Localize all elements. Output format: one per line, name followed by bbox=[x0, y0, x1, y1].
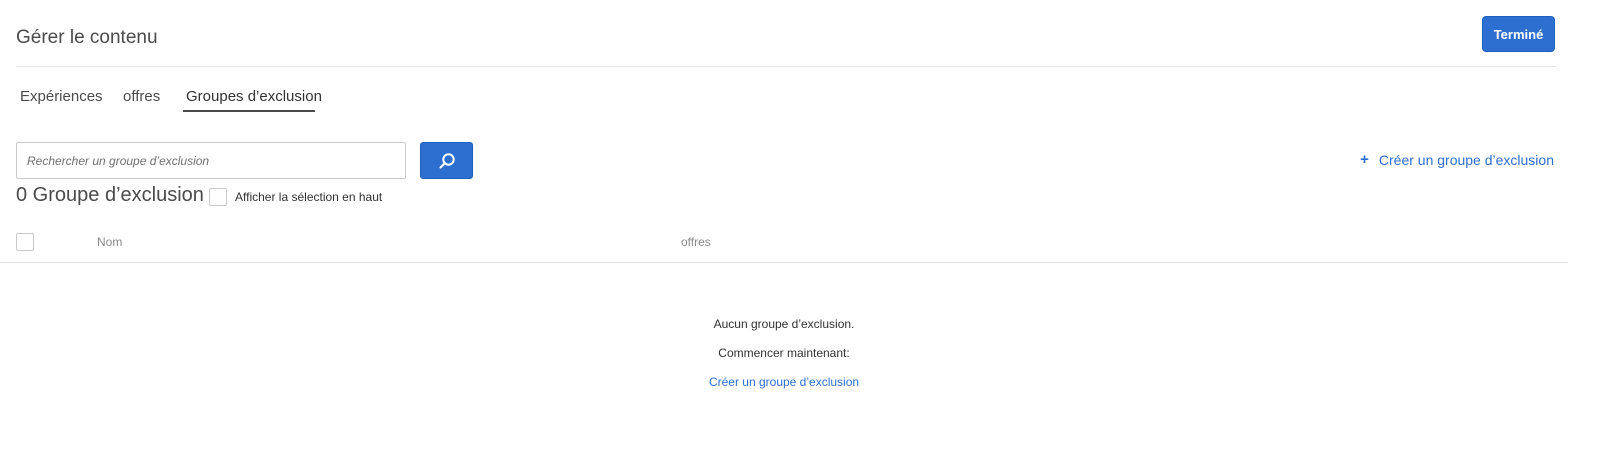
exclusion-group-count: 0 Groupe d’exclusion bbox=[16, 184, 204, 206]
done-button[interactable]: Terminé bbox=[1482, 16, 1555, 52]
page-title: Gérer le contenu bbox=[16, 27, 158, 48]
empty-state-create-link[interactable]: Créer un groupe d’exclusion bbox=[709, 375, 859, 389]
column-header-offres[interactable]: offres bbox=[681, 235, 711, 249]
tab-offres[interactable]: offres bbox=[123, 88, 160, 112]
column-header-nom[interactable]: Nom bbox=[97, 235, 122, 249]
plus-icon: + bbox=[1360, 151, 1369, 168]
select-all-checkbox[interactable] bbox=[16, 233, 34, 251]
active-tab-indicator bbox=[183, 110, 315, 112]
header-divider bbox=[16, 66, 1556, 67]
tab-groupes-exclusion[interactable]: Groupes d’exclusion bbox=[186, 88, 322, 112]
empty-state-message: Aucun groupe d’exclusion. bbox=[713, 317, 855, 331]
search-icon bbox=[438, 152, 455, 169]
show-selected-label: Afficher la sélection en haut bbox=[235, 190, 383, 204]
table-header-divider bbox=[0, 262, 1568, 263]
tab-experiences[interactable]: Expériences bbox=[20, 88, 103, 112]
search-button[interactable] bbox=[420, 142, 473, 179]
search-input[interactable] bbox=[17, 143, 405, 178]
manage-content-page: Gérer le contenu Terminé Expériences off… bbox=[0, 0, 1612, 462]
show-selected-checkbox[interactable] bbox=[209, 188, 227, 206]
create-exclusion-group-link[interactable]: + Créer un groupe d’exclusion bbox=[1360, 151, 1554, 168]
search-field bbox=[16, 142, 406, 179]
empty-state-container-link: Créer un groupe d’exclusion bbox=[0, 375, 1568, 389]
create-exclusion-group-label: Créer un groupe d’exclusion bbox=[1378, 151, 1554, 168]
empty-state-prompt: Commencer maintenant: bbox=[718, 346, 850, 360]
